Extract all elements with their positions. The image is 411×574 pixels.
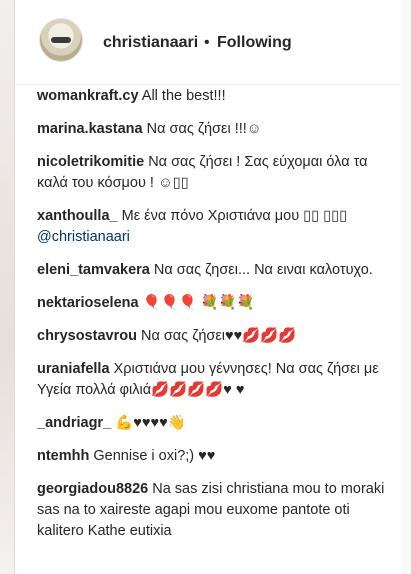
comment-text: Να σας ζήσει !!!☺ <box>146 121 262 137</box>
header-separator: • <box>204 34 210 51</box>
background-photo-strip <box>0 0 14 574</box>
right-gutter <box>402 0 411 574</box>
comment-item: uraniafella Χριστιάνα μου γέννησες! Να σ… <box>37 359 395 401</box>
comment-item: georgiadou8826 Na sas zisi christiana mo… <box>37 479 395 542</box>
comment-username[interactable]: nicoletrikomitie <box>37 154 144 170</box>
comments-panel: christianaari • Following womankraft.cy … <box>14 0 404 574</box>
comment-item: nicoletrikomitie Να σας ζήσει ! Σας εύχο… <box>37 152 395 194</box>
comment-mention-link[interactable]: @christianaari <box>37 229 130 245</box>
comment-text: Gennise i oxi?;) ♥♥ <box>93 448 216 464</box>
comment-text: All the best!!! <box>141 88 226 104</box>
comment-item: xanthoulla_ Με ένα πόνο Χριστιάνα μου ▯▯… <box>37 206 395 248</box>
comment-text: Να σας ζήσει♥♥💋💋💋 <box>140 328 297 344</box>
comment-text: Να σας ζησει... Να ειναι καλοτυχο. <box>153 262 373 278</box>
avatar[interactable] <box>39 18 83 62</box>
comment-username[interactable]: ntemhh <box>37 448 89 464</box>
comment-username[interactable]: eleni_tamvakera <box>37 262 150 278</box>
comment-text: 🎈🎈🎈 💐💐💐 <box>142 295 255 311</box>
post-comments-window: christianaari • Following womankraft.cy … <box>0 0 411 574</box>
comment-item: ntemhh Gennise i oxi?;) ♥♥ <box>37 446 395 467</box>
comment-item: marina.kastana Να σας ζήσει !!!☺ <box>37 119 395 140</box>
comment-username[interactable]: nektarioselena <box>37 295 139 311</box>
comment-username[interactable]: chrysostavrou <box>37 328 137 344</box>
comment-username[interactable]: uraniafella <box>37 361 110 377</box>
avatar-glasses <box>51 37 71 43</box>
comment-text: Με ένα πόνο Χριστιάνα μου ▯▯ ▯▯▯ <box>121 208 348 224</box>
comment-text: 💪♥♥♥♥👋 <box>115 415 186 431</box>
post-header: christianaari • Following <box>15 0 403 85</box>
comment-item: womankraft.cy All the best!!! <box>37 86 395 107</box>
comment-item: nektarioselena 🎈🎈🎈 💐💐💐 <box>37 293 395 314</box>
comment-username[interactable]: georgiadou8826 <box>37 481 148 497</box>
comment-item: eleni_tamvakera Να σας ζησει... Να ειναι… <box>37 260 395 281</box>
following-button[interactable]: Following <box>217 34 292 52</box>
comments-list: womankraft.cy All the best!!! marina.kas… <box>37 86 395 554</box>
comment-username[interactable]: marina.kastana <box>37 121 143 137</box>
comment-username[interactable]: xanthoulla_ <box>37 208 118 224</box>
comment-username[interactable]: _andriagr_ <box>37 415 111 431</box>
post-username[interactable]: christianaari <box>103 34 198 52</box>
comment-item: chrysostavrou Να σας ζήσει♥♥💋💋💋 <box>37 326 395 347</box>
comment-item: _andriagr_ 💪♥♥♥♥👋 <box>37 413 395 434</box>
comment-username[interactable]: womankraft.cy <box>37 88 139 104</box>
